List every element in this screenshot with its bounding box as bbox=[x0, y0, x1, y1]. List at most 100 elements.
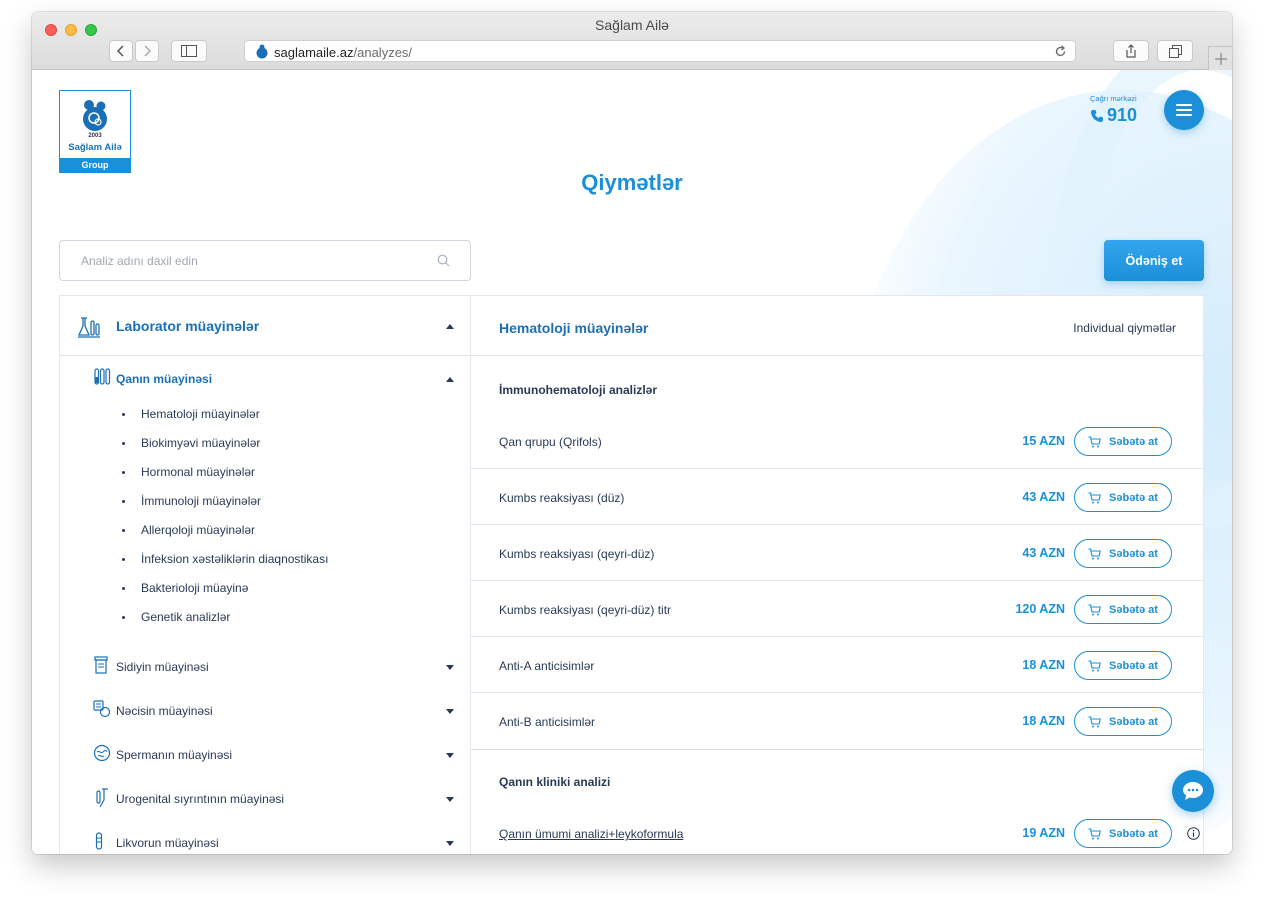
expand-caret-icon[interactable] bbox=[446, 665, 454, 670]
add-to-cart-button[interactable]: Səbətə at bbox=[1074, 483, 1172, 512]
search-input[interactable]: Analiz adını daxil edin bbox=[59, 240, 471, 281]
share-icon bbox=[1126, 44, 1136, 58]
back-button[interactable] bbox=[109, 40, 133, 62]
sidebar-item-label: Likvorun müayinəsi bbox=[116, 836, 219, 850]
sidebar-item-urine-tests[interactable]: Sidiyin müayinəsi bbox=[60, 656, 470, 680]
add-to-cart-label: Səbətə at bbox=[1109, 715, 1158, 728]
cart-icon bbox=[1088, 435, 1101, 447]
sidebar-item-urogenital-tests[interactable]: Urogenital sıyrıntının müayinəsi bbox=[60, 788, 470, 812]
collapse-caret-icon[interactable] bbox=[446, 324, 454, 329]
stool-sample-icon bbox=[93, 700, 111, 718]
sidebar-item-blood-tests[interactable]: Qanın müayinəsi bbox=[60, 368, 470, 392]
hamburger-icon bbox=[1176, 104, 1192, 116]
individual-prices-link[interactable]: Individual qiymətlər bbox=[1073, 321, 1176, 335]
sidebar-item-liquor-tests[interactable]: Likvorun müayinəsi bbox=[60, 832, 470, 854]
sidebar-item-sperm-tests[interactable]: Spermanın müayinəsi bbox=[60, 744, 470, 768]
lab-flask-icon bbox=[77, 317, 100, 338]
analysis-name: Anti-B anticisimlər bbox=[499, 715, 596, 729]
chat-bubble-icon bbox=[1183, 782, 1203, 800]
chat-button[interactable] bbox=[1172, 770, 1214, 812]
analysis-price: 15 AZN bbox=[1022, 434, 1065, 448]
expand-caret-icon[interactable] bbox=[446, 709, 454, 714]
price-row: Qan qrupu (Qrifols) 15 AZN Səbətə at bbox=[471, 413, 1203, 469]
cart-icon bbox=[1088, 547, 1101, 559]
expand-caret-icon[interactable] bbox=[446, 797, 454, 802]
expand-caret-icon[interactable] bbox=[446, 753, 454, 758]
menu-button[interactable] bbox=[1164, 90, 1204, 130]
expand-caret-icon[interactable] bbox=[446, 841, 454, 846]
chevron-right-icon bbox=[144, 45, 152, 57]
logo-year: 2003 bbox=[88, 133, 102, 139]
add-to-cart-button[interactable]: Səbətə at bbox=[1074, 651, 1172, 680]
site-logo[interactable]: 2003 Sağlam Ailə Group bbox=[59, 90, 131, 173]
analysis-name: Kumbs reaksiyası (düz) bbox=[499, 491, 625, 505]
category-sidebar: Laborator müayinələr Qanın müayinəsi Hem… bbox=[59, 295, 471, 854]
forward-button[interactable] bbox=[135, 40, 159, 62]
add-to-cart-button[interactable]: Səbətə at bbox=[1074, 595, 1172, 624]
tabs-icon bbox=[1168, 44, 1182, 58]
logo-name: Sağlam Ailə bbox=[68, 142, 122, 153]
url-domain: saglamaile.az bbox=[274, 45, 354, 60]
analysis-price: 19 AZN bbox=[1022, 826, 1065, 840]
test-tubes-icon bbox=[94, 368, 111, 385]
price-list-header: Hematoloji müayinələr Individual qiymətl… bbox=[471, 296, 1203, 356]
address-bar[interactable]: saglamaile.az/analyzes/ bbox=[244, 40, 1076, 62]
new-tab-button[interactable] bbox=[1208, 46, 1232, 70]
price-list-panel: Hematoloji müayinələr Individual qiymətl… bbox=[471, 295, 1204, 854]
cart-icon bbox=[1088, 827, 1101, 839]
analysis-name-link[interactable]: Qanın ümumi analizi+leykoformula bbox=[499, 827, 683, 841]
sidebar-toggle-button[interactable] bbox=[171, 40, 207, 62]
cart-icon bbox=[1088, 715, 1101, 727]
price-list-title: Hematoloji müayinələr bbox=[499, 320, 649, 336]
price-row: Qanın ümumi analizi+leykoformula 19 AZN … bbox=[471, 805, 1203, 854]
add-to-cart-label: Səbətə at bbox=[1109, 491, 1158, 504]
phone-icon bbox=[1091, 109, 1103, 122]
price-row: Kumbs reaksiyası (düz) 43 AZN Səbətə at bbox=[471, 469, 1203, 525]
add-to-cart-button[interactable]: Səbətə at bbox=[1074, 819, 1172, 848]
sidebar-item-label: Spermanın müayinəsi bbox=[116, 748, 233, 762]
call-center-label: Çağrı mərkəzi bbox=[1090, 94, 1137, 103]
cart-icon bbox=[1088, 491, 1101, 503]
analysis-price: 43 AZN bbox=[1022, 490, 1065, 504]
price-row: Kumbs reaksiyası (qeyri-düz) 43 AZN Səbə… bbox=[471, 525, 1203, 581]
sidebar-item-label: Urogenital sıyrıntının müayinəsi bbox=[116, 792, 285, 806]
site-favicon-icon bbox=[256, 44, 268, 59]
add-to-cart-label: Səbətə at bbox=[1109, 435, 1158, 448]
add-to-cart-button[interactable]: Səbətə at bbox=[1074, 707, 1172, 736]
laboratory-section-header[interactable]: Laborator müayinələr bbox=[60, 296, 470, 356]
add-to-cart-button[interactable]: Səbətə at bbox=[1074, 539, 1172, 568]
analysis-name: Qan qrupu (Qrifols) bbox=[499, 435, 602, 449]
sidebar-item-stool-tests[interactable]: Nəcisin müayinəsi bbox=[60, 700, 470, 724]
url-path: /analyzes/ bbox=[353, 45, 413, 60]
tabs-overview-button[interactable] bbox=[1157, 40, 1193, 62]
plus-icon bbox=[1214, 52, 1227, 65]
collapse-caret-icon[interactable] bbox=[446, 377, 454, 382]
family-logo-icon bbox=[83, 100, 107, 131]
reload-icon[interactable] bbox=[1054, 45, 1067, 58]
browser-toolbar: Sağlam Ailə saglamaile.az/analyzes/ bbox=[32, 12, 1232, 70]
analysis-price: 43 AZN bbox=[1022, 546, 1065, 560]
info-icon[interactable] bbox=[1187, 827, 1200, 840]
sperm-icon bbox=[93, 744, 111, 762]
add-to-cart-button[interactable]: Səbətə at bbox=[1074, 427, 1172, 456]
window-title: Sağlam Ailə bbox=[595, 17, 669, 33]
sidebar-item-label: Qanın müayinəsi bbox=[116, 372, 213, 386]
add-to-cart-label: Səbətə at bbox=[1109, 659, 1158, 672]
urine-container-icon bbox=[94, 656, 108, 674]
sidebar-item-label: Nəcisin müayinəsi bbox=[116, 704, 213, 718]
call-center-number: 910 bbox=[1107, 105, 1138, 125]
call-center[interactable]: Çağrı mərkəzi 910 bbox=[1090, 94, 1150, 126]
sidebar-icon bbox=[181, 45, 197, 57]
share-button[interactable] bbox=[1113, 40, 1149, 62]
add-to-cart-label: Səbətə at bbox=[1109, 827, 1158, 840]
swab-icon bbox=[96, 788, 108, 808]
search-placeholder: Analiz adını daxil edin bbox=[81, 254, 198, 268]
analysis-name: Kumbs reaksiyası (qeyri-düz) titr bbox=[499, 603, 672, 617]
analysis-price: 18 AZN bbox=[1022, 658, 1065, 672]
payment-button[interactable]: Ödəniş et bbox=[1104, 240, 1204, 281]
section-title: Qanın kliniki analizi bbox=[499, 775, 611, 789]
add-to-cart-label: Səbətə at bbox=[1109, 547, 1158, 560]
search-icon[interactable] bbox=[437, 254, 450, 267]
cart-icon bbox=[1088, 659, 1101, 671]
analysis-price: 18 AZN bbox=[1022, 714, 1065, 728]
